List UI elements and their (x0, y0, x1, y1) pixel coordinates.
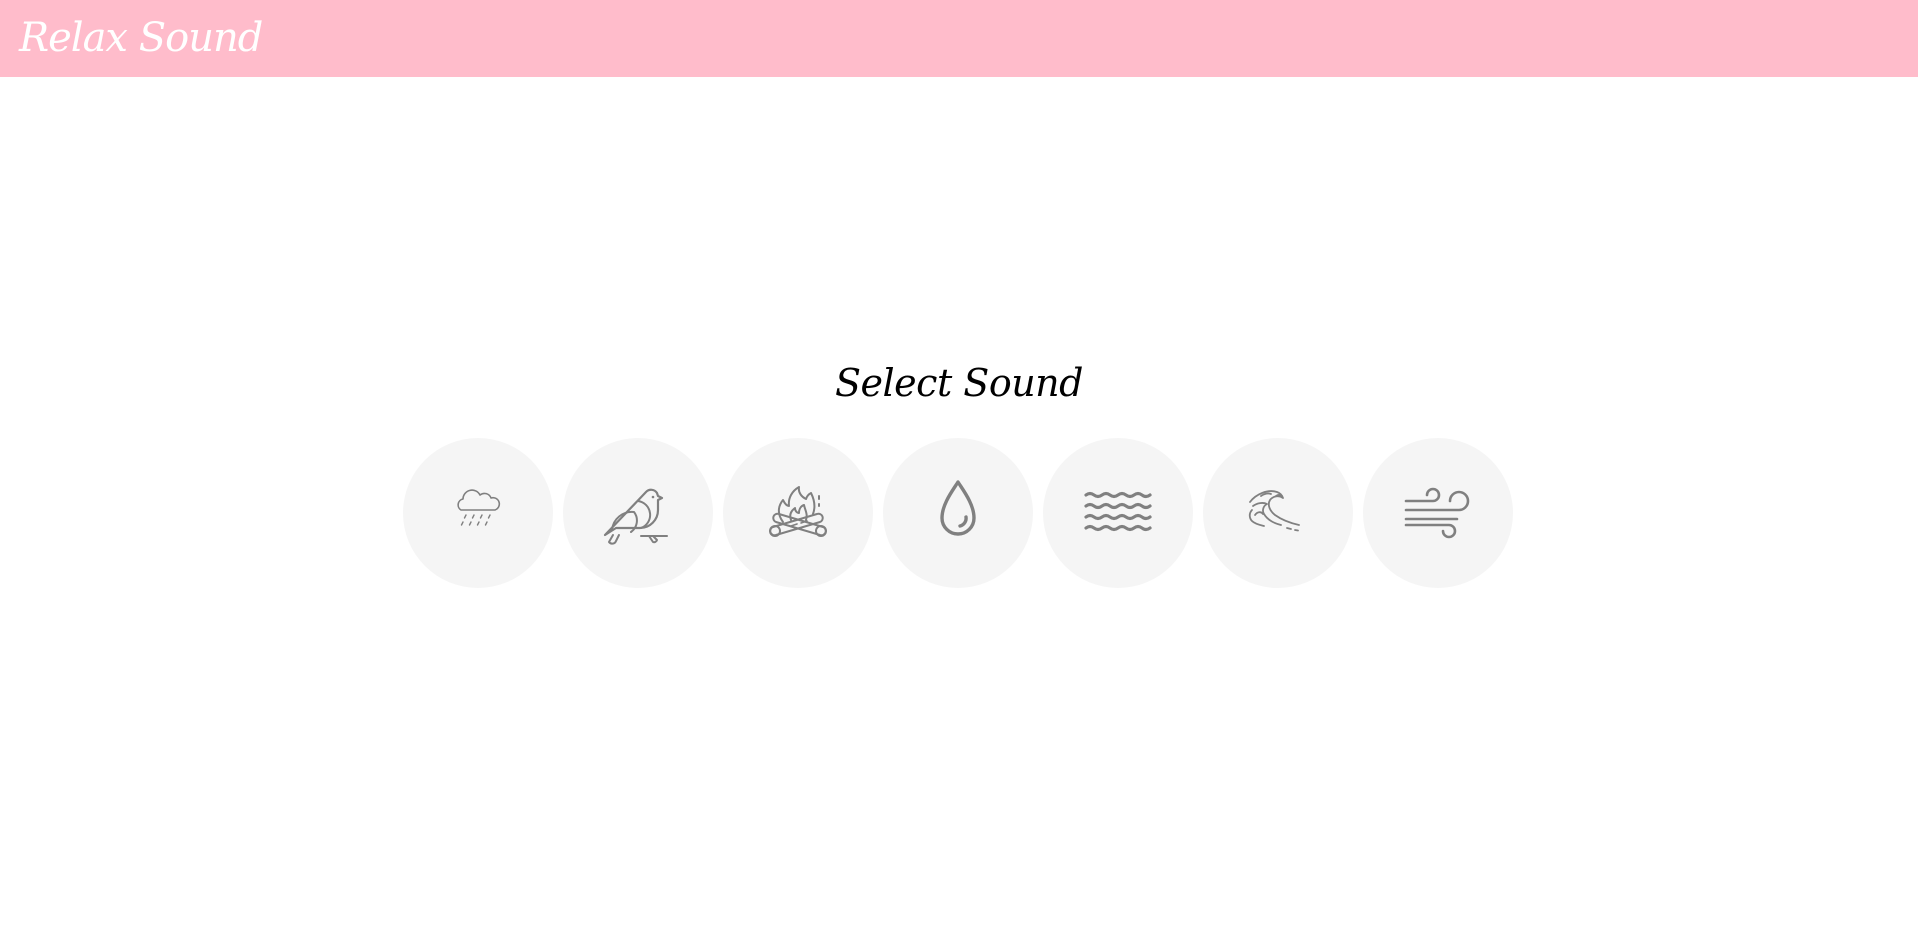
rain-sound-button[interactable] (403, 438, 553, 588)
water-drop-icon (940, 480, 976, 536)
top-bar: Relax Sound (0, 0, 1918, 77)
wind-sound-button[interactable] (1363, 438, 1513, 588)
waves-icon (1084, 491, 1152, 532)
brand-title[interactable]: Relax Sound (19, 12, 263, 64)
campfire-sound-button[interactable] (723, 438, 873, 588)
campfire-icon (769, 486, 827, 537)
waves-sound-button[interactable] (1043, 438, 1193, 588)
water-drop-sound-button[interactable] (883, 438, 1033, 588)
ocean-wave-icon (1248, 490, 1300, 532)
ocean-wave-sound-button[interactable] (1203, 438, 1353, 588)
bird-icon (603, 488, 668, 545)
rain-cloud-icon (457, 489, 501, 526)
wind-icon (1404, 487, 1470, 539)
sound-selector (403, 438, 1515, 588)
bird-sound-button[interactable] (563, 438, 713, 588)
select-sound-heading: Select Sound (835, 361, 1083, 405)
